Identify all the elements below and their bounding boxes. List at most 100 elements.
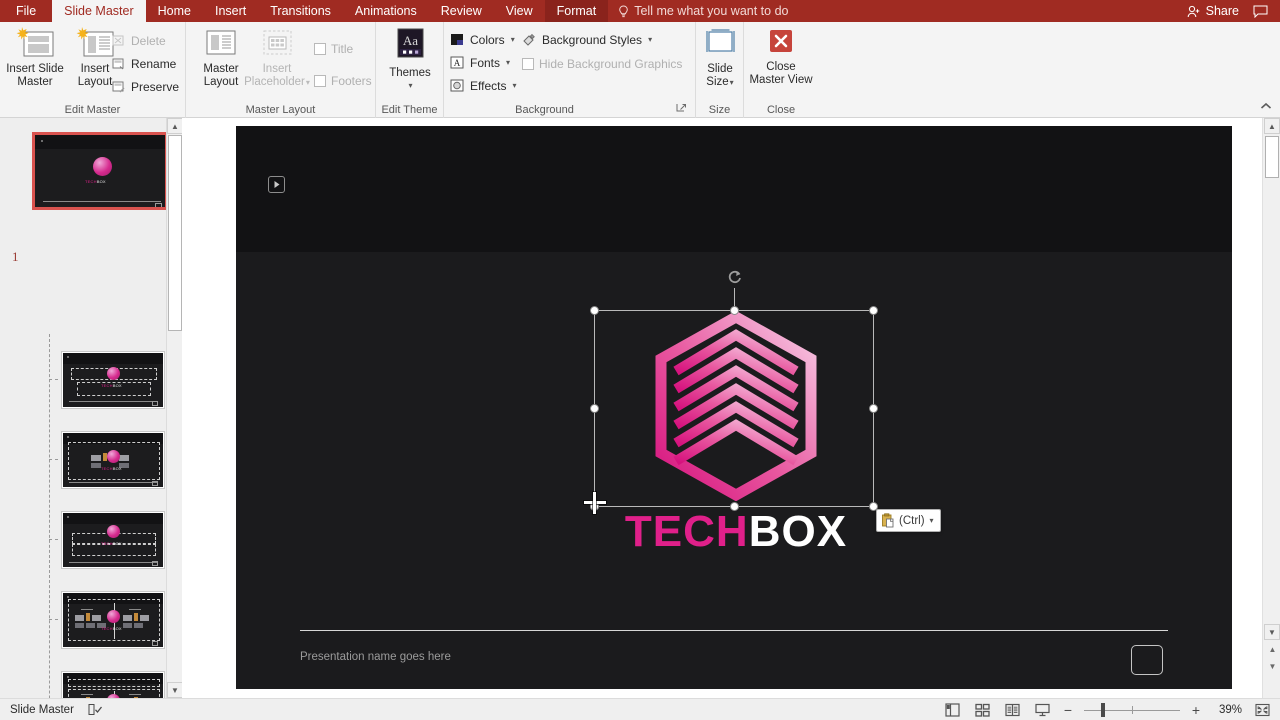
tell-me-search[interactable]: Tell me what you want to do	[608, 0, 798, 22]
zoom-slider-knob[interactable]	[1101, 702, 1105, 717]
rename-master-button[interactable]: Rename	[112, 57, 176, 71]
slide-show-button[interactable]	[1032, 701, 1052, 719]
thumb-play-marker	[67, 516, 69, 518]
thumbnail-layout-comparison[interactable]: TECHBOX	[61, 671, 165, 698]
background-styles-caret[interactable]: ▾	[648, 35, 652, 44]
preserve-label: Preserve	[131, 80, 180, 94]
tab-transitions[interactable]: Transitions	[258, 0, 343, 22]
title-checkbox[interactable]	[314, 43, 326, 55]
techbox-wordmark: TECHBOX	[616, 509, 856, 555]
footers-checkbox-row[interactable]: Footers	[314, 74, 372, 88]
paste-options-caret[interactable]: ▾	[930, 516, 934, 525]
thumb-play-marker	[67, 676, 69, 678]
comments-icon[interactable]	[1253, 5, 1268, 18]
effects-caret[interactable]: ▾	[512, 81, 516, 90]
effects-button[interactable]: Effects ▾	[450, 78, 516, 93]
tab-insert[interactable]: Insert	[203, 0, 258, 22]
reading-view-button[interactable]	[1002, 701, 1022, 719]
insert-layout-label: Insert Layout	[77, 63, 113, 88]
slide-sorter-view-button[interactable]	[972, 701, 992, 719]
insert-slide-master-button[interactable]: Insert Slide Master	[2, 26, 68, 88]
preserve-master-button[interactable]: Preserve	[112, 80, 179, 94]
tab-review[interactable]: Review	[429, 0, 494, 22]
slide-thumbnail-pane[interactable]: 1 TECHBOX TECHBOX TECHBOX TECHBOX TECHBO…	[0, 118, 182, 698]
resize-handle-bottom-center[interactable]	[730, 502, 739, 511]
techbox-logo[interactable]: TECHBOX	[616, 311, 856, 611]
spell-check-icon[interactable]	[88, 703, 103, 716]
scroll-down-button[interactable]: ▼	[1264, 624, 1280, 640]
tab-home[interactable]: Home	[146, 0, 203, 22]
tree-tick	[49, 379, 58, 380]
tab-slide-master[interactable]: Slide Master	[52, 0, 146, 22]
zoom-out-button[interactable]: −	[1062, 703, 1074, 717]
tab-view[interactable]: View	[494, 0, 545, 22]
themes-dropdown-caret[interactable]: ▾	[408, 81, 412, 90]
thumb-logo	[107, 610, 120, 623]
colors-button[interactable]: Colors ▾	[450, 32, 515, 47]
resize-handle-top-right[interactable]	[869, 306, 878, 315]
colors-icon	[450, 32, 465, 47]
scrollbar-thumb[interactable]	[1265, 136, 1279, 178]
thumbnail-scrollbar[interactable]: ▲ ▼	[166, 118, 182, 698]
share-button[interactable]: Share	[1187, 4, 1239, 18]
resize-handle-top-left[interactable]	[590, 306, 599, 315]
scroll-up-button[interactable]: ▲	[1264, 118, 1280, 134]
thumbnail-layout-two-content[interactable]: TECHBOX	[61, 591, 165, 649]
hide-background-graphics-checkbox[interactable]	[522, 58, 534, 70]
thumbnail-scroll-up-button[interactable]: ▲	[167, 118, 182, 134]
thumb-content-block	[123, 623, 132, 628]
zoom-in-button[interactable]: +	[1190, 703, 1202, 717]
slide-editing-surface[interactable]: TECHBOX Presentation name goes here	[236, 126, 1232, 689]
tree-tick	[49, 619, 58, 620]
resize-handle-middle-right[interactable]	[869, 404, 878, 413]
tab-file[interactable]: File	[0, 0, 53, 22]
tab-format[interactable]: Format	[544, 0, 609, 22]
normal-view-button[interactable]	[942, 701, 962, 719]
animation-play-button[interactable]	[268, 176, 285, 193]
slide-number-placeholder[interactable]	[1131, 645, 1163, 675]
status-bar-right: − + 39%	[942, 701, 1280, 719]
thumbnail-slide-master[interactable]: TECHBOX	[32, 132, 168, 210]
title-checkbox-row[interactable]: Title	[314, 42, 353, 56]
thumb-play-marker	[67, 596, 69, 598]
fonts-button[interactable]: A Fonts ▾	[450, 55, 510, 70]
resize-handle-top-center[interactable]	[730, 306, 739, 315]
footers-checkbox[interactable]	[314, 75, 326, 87]
thumb-footer-rule	[69, 482, 157, 483]
thumbnail-layout-title-content[interactable]: TECHBOX	[61, 431, 165, 489]
resize-handle-middle-left[interactable]	[590, 404, 599, 413]
slide-canvas-area[interactable]: TECHBOX Presentation name goes here	[182, 118, 1262, 698]
ribbon-group-size: Slide Size▾ Size	[696, 22, 744, 118]
presentation-name-placeholder[interactable]: Presentation name goes here	[300, 651, 451, 663]
paste-options-button[interactable]: (Ctrl) ▾	[876, 509, 941, 532]
thumbnail-scrollbar-thumb[interactable]	[168, 135, 182, 331]
effects-icon	[450, 78, 465, 93]
background-styles-button[interactable]: Background Styles ▾	[522, 32, 652, 47]
close-master-view-button[interactable]: Close Master View	[748, 28, 814, 86]
zoom-slider[interactable]	[1084, 702, 1180, 718]
share-label: Share	[1205, 4, 1239, 18]
ribbon-tab-bar: File Slide Master Home Insert Transition…	[0, 0, 1280, 22]
next-slide-button[interactable]: ▼	[1267, 661, 1278, 672]
rotate-handle[interactable]	[726, 268, 744, 286]
delete-icon	[112, 34, 126, 48]
slide-vertical-scrollbar[interactable]: ▲ ▼ ▲ ▼	[1262, 118, 1280, 698]
tab-animations[interactable]: Animations	[343, 0, 429, 22]
hide-background-graphics-row[interactable]: Hide Background Graphics	[522, 57, 682, 71]
previous-slide-button[interactable]: ▲	[1267, 644, 1278, 655]
background-dialog-launcher[interactable]	[676, 103, 687, 116]
colors-caret[interactable]: ▾	[511, 35, 515, 44]
thumbnail-layout-title[interactable]: TECHBOX	[61, 351, 165, 409]
tell-me-label: Tell me what you want to do	[634, 4, 789, 18]
fit-slide-to-window-button[interactable]	[1252, 701, 1272, 719]
thumb-content-block	[92, 615, 101, 621]
themes-button[interactable]: Aa Themes ▾	[377, 28, 443, 90]
thumb-slide-number	[152, 641, 158, 646]
thumb-content-block	[134, 623, 143, 628]
zoom-percent-label[interactable]: 39%	[1212, 704, 1242, 716]
fonts-caret[interactable]: ▾	[506, 58, 510, 67]
thumbnail-scroll-down-button[interactable]: ▼	[167, 682, 182, 698]
thumbnail-layout-section-header[interactable]: TECHBOX	[61, 511, 165, 569]
thumb-content-block	[75, 615, 84, 621]
collapse-ribbon-button[interactable]	[1260, 102, 1272, 114]
